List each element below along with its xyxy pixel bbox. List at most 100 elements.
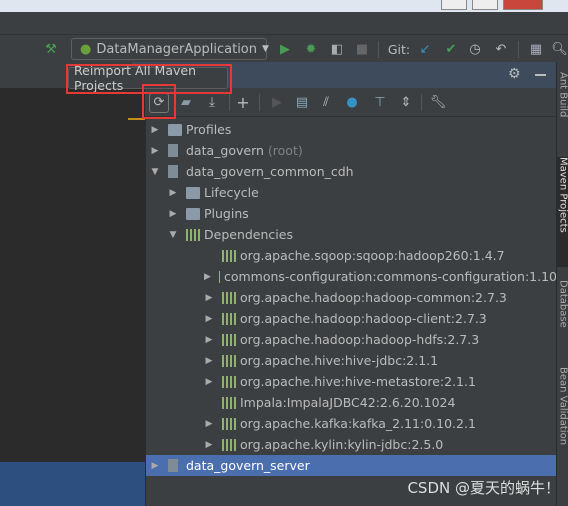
folder-icon (168, 123, 182, 136)
status-panel (0, 462, 145, 506)
search-icon[interactable]: 🔍︎ (551, 40, 568, 58)
lib-icon (222, 249, 236, 262)
tree-item-label: Dependencies (204, 227, 293, 242)
project-structure-icon[interactable]: ▦ (527, 40, 545, 58)
tree-item[interactable]: ▶ data_govern_server (146, 455, 557, 476)
tree-item-label: data_govern_server (186, 458, 310, 473)
lib-icon (222, 312, 236, 325)
expand-arrow-right-icon[interactable]: ▶ (150, 461, 160, 471)
expand-arrow-right-icon[interactable]: ▶ (204, 377, 214, 387)
tree-item-label: Lifecycle (204, 185, 259, 200)
tree-item[interactable]: ▶ commons-configuration:commons-configura… (146, 266, 557, 287)
tree-item[interactable]: Impala:ImpalaJDBC42:2.6.20.1024 (146, 392, 557, 413)
tree-item[interactable]: ▶ org.apache.hadoop:hadoop-client:2.7.3 (146, 308, 557, 329)
maven-projects-tree: ▶ Profiles ▶ data_govern (root) ▼ data_govern_… (145, 117, 557, 506)
module-icon (168, 165, 178, 178)
tree-item[interactable]: ▶ Lifecycle (146, 182, 557, 203)
tree-item-label: org.apache.hadoop:hadoop-common:2.7.3 (240, 290, 507, 305)
history-clock-icon[interactable]: ◷ (466, 40, 484, 58)
lib-icon (222, 291, 236, 304)
stop-icon[interactable]: ■ (354, 40, 370, 58)
tree-item[interactable]: ▶ org.apache.kylin:kylin-jdbc:2.5.0 (146, 434, 557, 455)
tree-item[interactable]: ▶ org.apache.kafka:kafka_2.11:0.10.2.1 (146, 413, 557, 434)
expand-arrow-right-icon[interactable]: ▶ (204, 335, 214, 345)
side-tab-maven-projects[interactable]: Maven Projects (557, 157, 568, 267)
window-title-bar (0, 0, 568, 12)
minimize-button[interactable] (441, 0, 467, 10)
expand-arrow-right-icon[interactable]: ▶ (168, 188, 178, 198)
highlight-box (142, 84, 176, 119)
tree-item-label: org.apache.hadoop:hadoop-hdfs:2.7.3 (240, 332, 480, 347)
git-label: Git: (387, 41, 411, 57)
toolbar-separator (229, 94, 230, 111)
tree-item-label: Profiles (186, 122, 232, 137)
lib-icon (222, 438, 236, 451)
expand-arrow-right-icon[interactable]: ▶ (204, 272, 211, 282)
expand-arrow-right-icon[interactable]: ▶ (150, 146, 160, 156)
gear-icon[interactable]: ⚙ (508, 66, 521, 82)
tree-item-label: org.apache.kafka:kafka_2.11:0.10.2.1 (240, 416, 476, 431)
lib-icon (222, 417, 236, 430)
hide-minimize-icon[interactable] (535, 74, 546, 76)
revert-icon[interactable]: ↶ (492, 40, 510, 58)
expand-arrow-right-icon[interactable]: ▶ (204, 440, 214, 450)
expand-arrow-right-icon[interactable]: ▶ (204, 356, 214, 366)
main-toolbar: ⚒ ● DataManagerApplication ▼ ▶ ✹ ◧ ■ Git… (0, 34, 568, 62)
side-tab-ant-build[interactable]: Ant Build (557, 72, 568, 142)
debug-bug-icon[interactable]: ✹ (302, 40, 320, 58)
lib-icon (222, 333, 236, 346)
tree-item[interactable]: ▶ org.apache.hadoop:hadoop-common:2.7.3 (146, 287, 557, 308)
tree-item-label: org.apache.hadoop:hadoop-client:2.7.3 (240, 311, 487, 326)
git-update-icon[interactable]: ↙ (416, 40, 434, 58)
tree-item[interactable]: ▼ Dependencies (146, 224, 557, 245)
tree-item[interactable]: ▶ org.apache.hive:hive-metastore:2.1.1 (146, 371, 557, 392)
tree-item[interactable]: ▶ org.apache.hive:hive-jdbc:2.1.1 (146, 350, 557, 371)
generate-sources-folder-icon[interactable]: ▰ (177, 93, 195, 111)
run-icon[interactable]: ▶ (277, 40, 293, 58)
tree-item[interactable]: ▶ Plugins (146, 203, 557, 224)
add-plus-icon[interactable]: + (235, 93, 251, 112)
lib-icon (222, 354, 236, 367)
tree-item[interactable]: ▼ data_govern_common_cdh (146, 161, 557, 182)
module-icon (168, 459, 178, 472)
menu-bar (0, 12, 568, 34)
build-hammer-icon[interactable]: ⚒ (42, 40, 60, 58)
tree-item[interactable]: ▶ org.apache.hadoop:hadoop-hdfs:2.7.3 (146, 329, 557, 350)
deps-icon (186, 228, 200, 241)
tree-item-label: data_govern_common_cdh (186, 164, 354, 179)
expand-arrow-down-icon[interactable]: ▼ (168, 230, 178, 240)
tree-item-label: org.apache.hive:hive-metastore:2.1.1 (240, 374, 476, 389)
lib-icon (222, 396, 236, 409)
tree-item[interactable]: org.apache.sqoop:sqoop:hadoop260:1.4.7 (146, 245, 557, 266)
expand-arrow-down-icon[interactable]: ▼ (150, 167, 160, 177)
coverage-icon[interactable]: ◧ (328, 40, 346, 58)
settings-wrench-icon[interactable]: 🔧︎ (429, 93, 447, 111)
tree-item-label: Plugins (204, 206, 249, 221)
expand-arrow-right-icon[interactable]: ▶ (204, 419, 214, 429)
skip-tests-icon[interactable]: ● (343, 93, 361, 111)
expand-arrow-right-icon[interactable]: ▶ (150, 125, 160, 135)
close-button[interactable] (503, 0, 543, 10)
tree-item-label: Impala:ImpalaJDBC42:2.6.20.1024 (240, 395, 456, 410)
right-tool-strip: Ant Build Maven Projects Database Bean V… (556, 62, 568, 506)
tree-item[interactable]: ▶ Profiles (146, 119, 557, 140)
expand-arrow-right-icon[interactable]: ▶ (204, 314, 214, 324)
side-tab-bean-validation[interactable]: Bean Validation (557, 367, 568, 477)
side-tab-database[interactable]: Database (557, 280, 568, 350)
tree-item[interactable]: ▶ data_govern (root) (146, 140, 557, 161)
toolbar-separator (518, 41, 519, 58)
git-commit-check-icon[interactable]: ✔ (442, 40, 460, 58)
collapse-all-icon[interactable]: ⇕ (397, 93, 415, 111)
lib-icon (218, 270, 220, 283)
tree-item-label: commons-configuration:commons-configurat… (223, 269, 557, 284)
expand-arrow-right-icon[interactable]: ▶ (168, 209, 178, 219)
restore-button[interactable] (472, 0, 498, 10)
expand-arrow-right-icon[interactable]: ▶ (204, 293, 214, 303)
download-icon[interactable]: ⤓ (203, 93, 221, 111)
toggle-offline-icon[interactable]: ⫽ (317, 93, 335, 111)
module-icon (168, 144, 178, 157)
execute-maven-goal-icon[interactable]: ▤ (293, 93, 311, 111)
run-configuration-select[interactable]: ● DataManagerApplication ▼ (71, 38, 269, 60)
show-dependencies-icon[interactable]: ⊤ (371, 93, 389, 111)
run-goal-icon[interactable]: ▶ (269, 93, 285, 111)
